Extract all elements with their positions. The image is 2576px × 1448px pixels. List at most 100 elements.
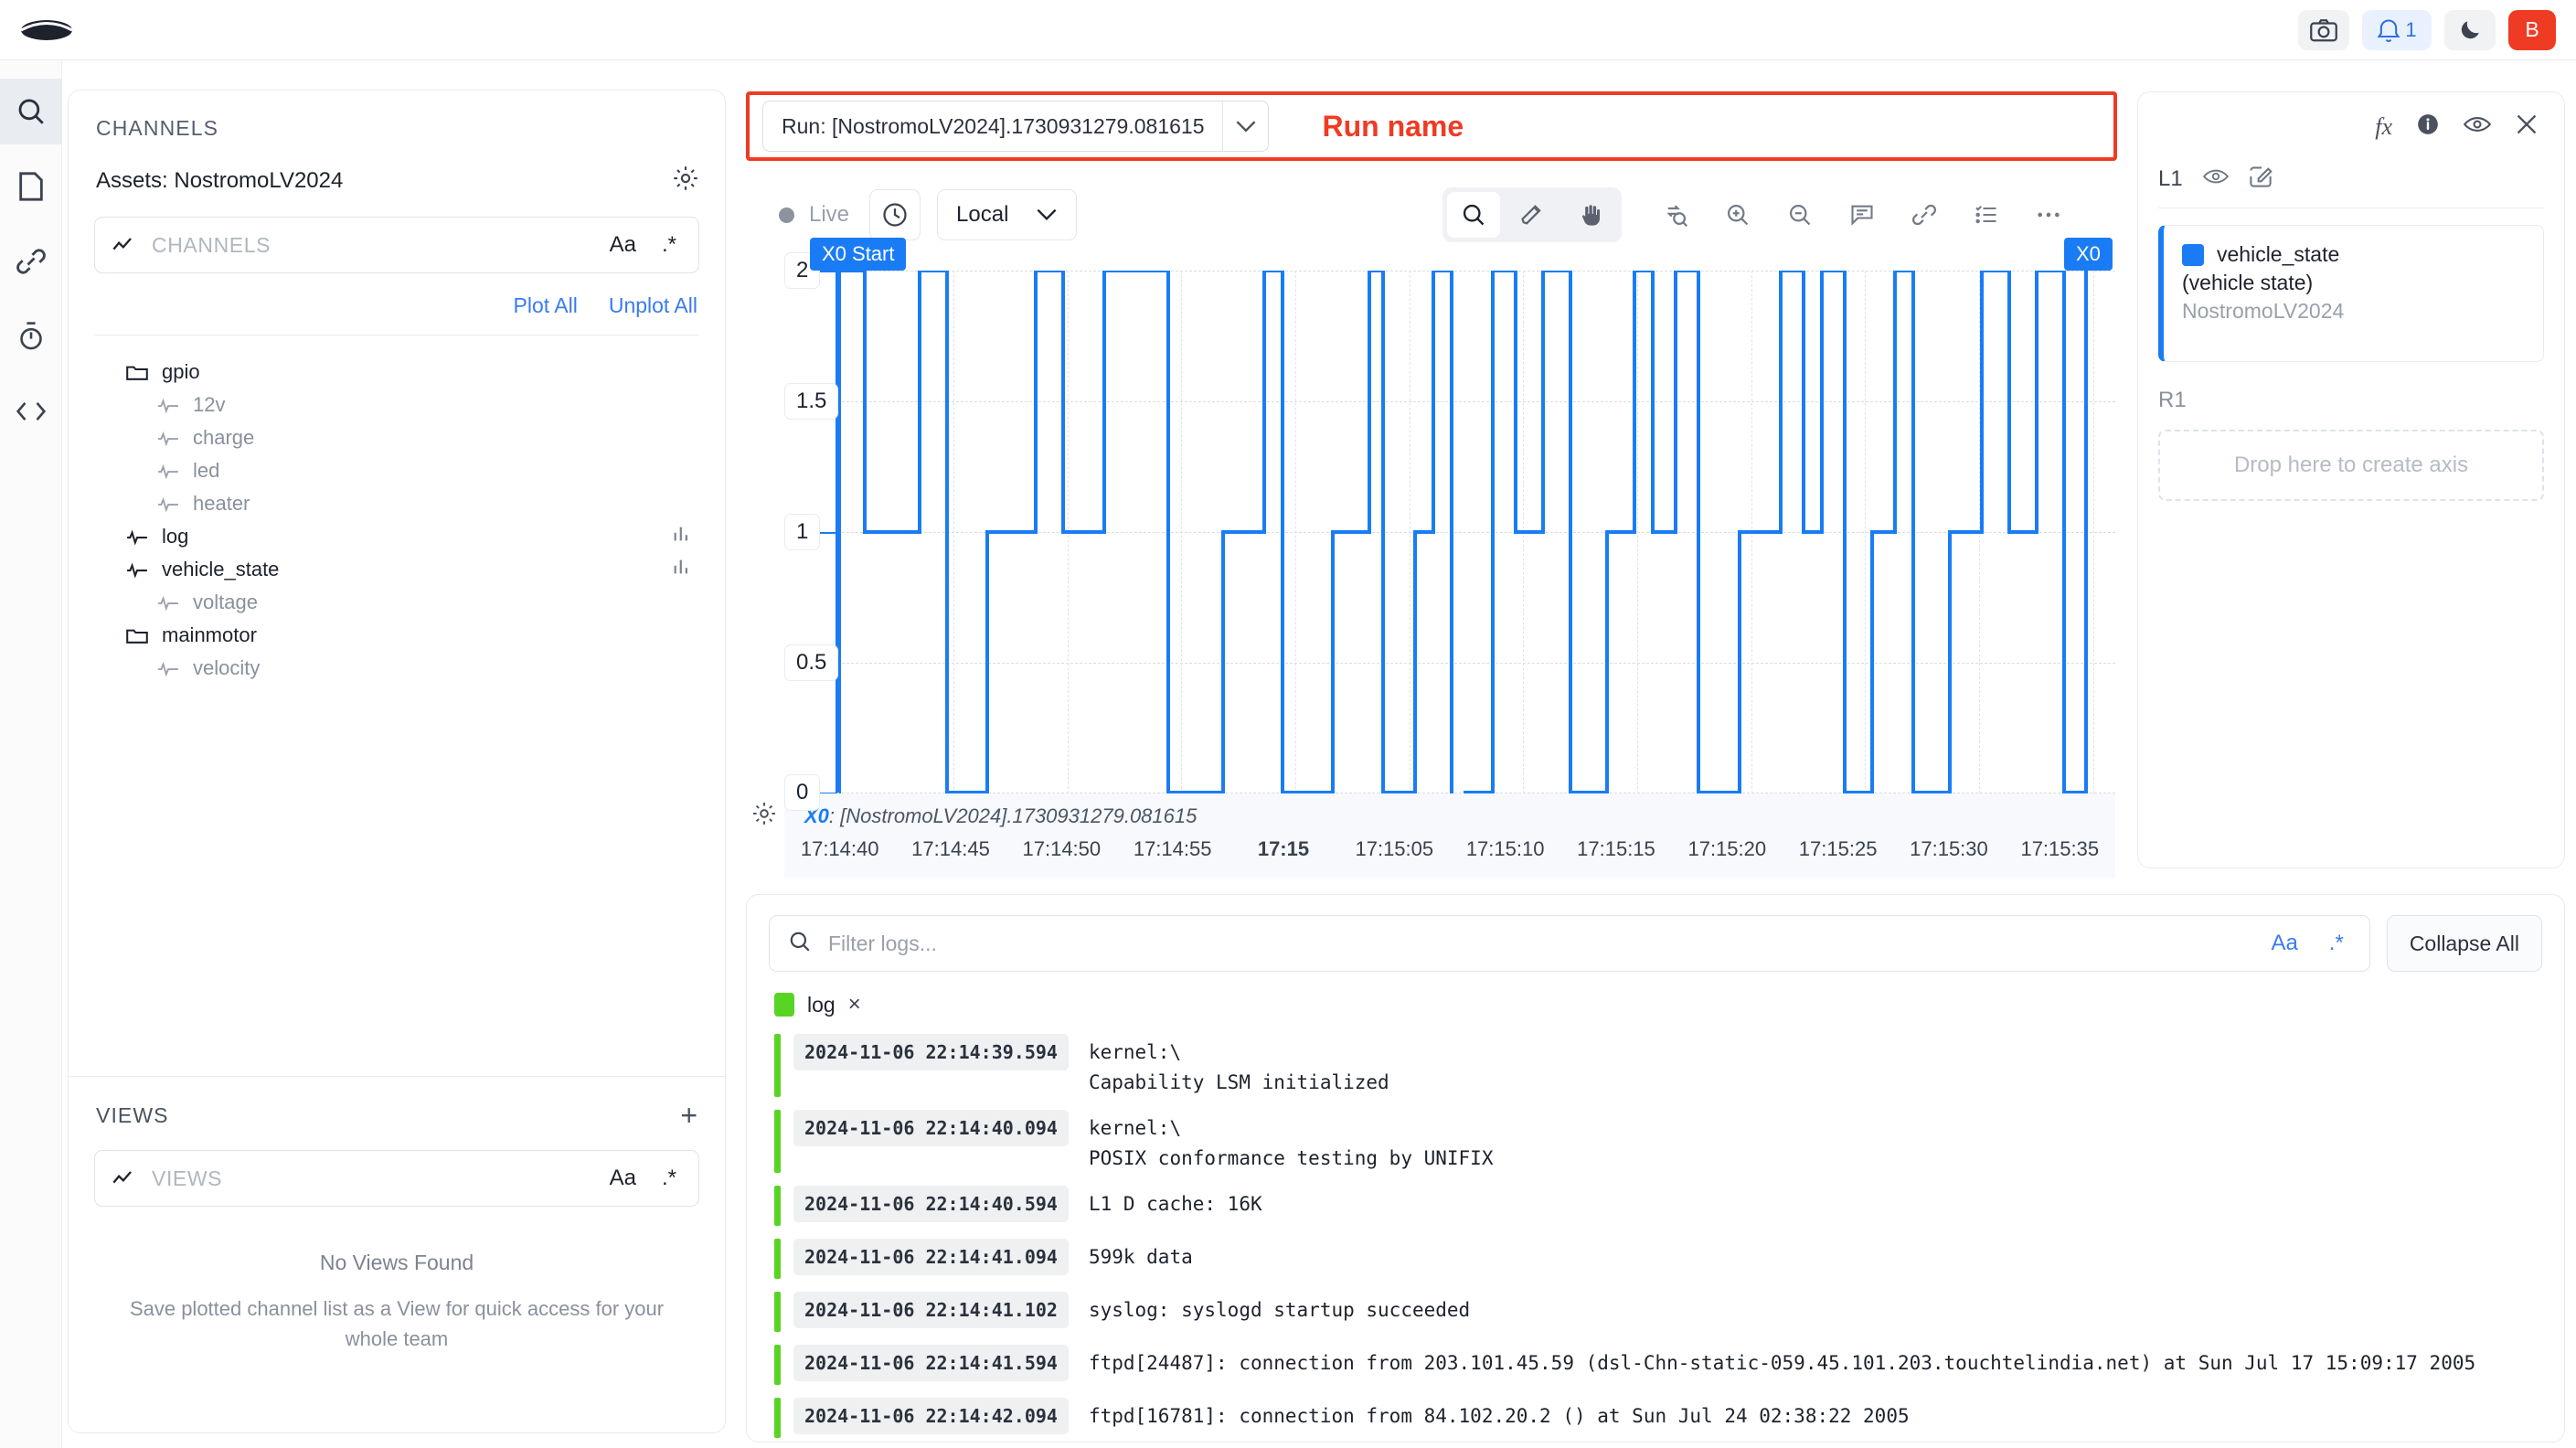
chart-plot-area[interactable]: X0 Start X0 2 1.5 1 0.5 0 xyxy=(784,238,2115,811)
channel-tree: gpio 12v charge led heater log vehicle_s… xyxy=(69,335,725,685)
axes-panel: fx L1 vehicle_state (vehicle state) Nost… xyxy=(2137,91,2565,868)
unplot-all-button[interactable]: Unplot All xyxy=(609,293,697,318)
views-search-input[interactable]: VIEWS Aa .* xyxy=(94,1150,699,1207)
plot-all-button[interactable]: Plot All xyxy=(514,293,578,318)
log-row-timestamp: 2024-11-06 22:14:41.094 xyxy=(793,1239,1069,1276)
views-title: VIEWS xyxy=(96,1102,169,1127)
zoom-in-icon[interactable] xyxy=(1711,192,1764,238)
rail-item-search[interactable] xyxy=(0,79,62,144)
views-panel: VIEWS + VIEWS Aa .* No Views Found Save … xyxy=(69,1076,725,1432)
case-sensitive-toggle[interactable]: Aa xyxy=(604,232,642,258)
log-row-message: kernel:\ POSIX conformance testing by UN… xyxy=(1088,1117,1494,1169)
legend-item-vehicle-state[interactable]: vehicle_state (vehicle state) NostromoLV… xyxy=(2158,225,2544,362)
more-options-icon[interactable] xyxy=(2022,192,2075,238)
log-row-color-bar xyxy=(774,1239,781,1280)
log-row[interactable]: 2024-11-06 22:14:41.102 syslog: syslogd … xyxy=(747,1292,2564,1333)
zoom-select-icon[interactable] xyxy=(1447,192,1500,238)
tree-item-voltage[interactable]: voltage xyxy=(69,586,725,619)
function-fx-icon[interactable]: fx xyxy=(2375,113,2392,141)
rail-item-code[interactable] xyxy=(0,378,62,444)
log-row-color-bar xyxy=(774,1034,781,1098)
tree-item-led[interactable]: led xyxy=(69,454,725,487)
avatar[interactable]: B xyxy=(2508,9,2556,50)
reset-zoom-icon[interactable] xyxy=(1649,192,1702,238)
cursor-x0-flag[interactable]: X0 xyxy=(2064,238,2113,271)
edit-icon[interactable] xyxy=(2249,165,2273,193)
tree-item-gpio[interactable]: gpio xyxy=(69,356,725,389)
tree-item-charge[interactable]: charge xyxy=(69,421,725,454)
log-row[interactable]: 2024-11-06 22:14:39.594 kernel:\ Capabil… xyxy=(747,1034,2564,1098)
bar-chart-icon[interactable] xyxy=(672,557,692,582)
eye-icon[interactable] xyxy=(2463,114,2492,139)
clock-icon[interactable] xyxy=(869,189,921,240)
checklist-icon[interactable] xyxy=(1960,192,2013,238)
log-row-timestamp: 2024-11-06 22:14:42.094 xyxy=(793,1398,1069,1435)
log-row[interactable]: 2024-11-06 22:14:42.094 ftpd[16781]: con… xyxy=(747,1398,2564,1439)
regex-toggle[interactable]: .* xyxy=(656,1166,682,1191)
rail-item-links[interactable] xyxy=(0,229,62,294)
channels-search-placeholder: CHANNELS xyxy=(152,232,271,257)
log-chip-close-icon[interactable]: × xyxy=(848,992,861,1017)
live-indicator[interactable]: Live xyxy=(779,202,849,228)
channels-search-input[interactable]: CHANNELS Aa .* xyxy=(94,217,699,273)
log-row[interactable]: 2024-11-06 22:14:41.094 599k data xyxy=(747,1239,2564,1280)
camera-icon[interactable] xyxy=(2298,9,2349,50)
tree-item-heater[interactable]: heater xyxy=(69,487,725,520)
zoom-out-icon[interactable] xyxy=(1773,192,1826,238)
tree-item-12v[interactable]: 12v xyxy=(69,389,725,421)
link-icon[interactable] xyxy=(1898,192,1951,238)
dark-mode-toggle[interactable] xyxy=(2444,9,2496,50)
log-chip-label: log xyxy=(807,992,836,1017)
axis-dropzone[interactable]: Drop here to create axis xyxy=(2158,430,2544,501)
eye-icon[interactable] xyxy=(2202,167,2229,190)
case-sensitive-toggle[interactable]: Aa xyxy=(2263,931,2305,956)
info-icon[interactable] xyxy=(2416,112,2440,141)
xtick-label: 17:15:25 xyxy=(1798,837,1878,860)
tree-item-log[interactable]: log xyxy=(69,520,725,553)
log-row[interactable]: 2024-11-06 22:14:41.594 ftpd[24487]: con… xyxy=(747,1345,2564,1386)
tree-item-velocity[interactable]: velocity xyxy=(69,652,725,685)
xtick-label: 17:14:45 xyxy=(911,837,990,860)
log-row[interactable]: 2024-11-06 22:14:40.094 kernel:\ POSIX c… xyxy=(747,1110,2564,1174)
waveform-icon xyxy=(156,492,180,516)
chart-settings-gear-icon[interactable] xyxy=(751,801,777,831)
log-row-color-bar xyxy=(774,1110,781,1174)
notification-count: 1 xyxy=(2405,17,2417,41)
run-header-annotation-box: Run: [NostromoLV2024].1730931279.081615 … xyxy=(746,91,2117,161)
log-row[interactable]: 2024-11-06 22:14:40.594 L1 D cache: 16K xyxy=(747,1186,2564,1227)
views-search-placeholder: VIEWS xyxy=(152,1166,223,1190)
regex-toggle[interactable]: .* xyxy=(656,232,682,258)
add-view-button[interactable]: + xyxy=(680,1101,697,1130)
gear-icon[interactable] xyxy=(672,165,699,197)
regex-toggle[interactable]: .* xyxy=(2322,931,2351,956)
cursor-x0-caption-value: : [NostromoLV2024].1730931279.081615 xyxy=(828,804,1198,827)
waveform-icon xyxy=(156,591,180,614)
log-filter-input[interactable]: Filter logs... Aa .* xyxy=(769,915,2370,972)
rail-item-notes[interactable] xyxy=(0,154,62,219)
log-panel: Filter logs... Aa .* Collapse All log × … xyxy=(746,894,2565,1443)
chevron-down-icon[interactable] xyxy=(1222,101,1268,152)
rail-item-timer[interactable] xyxy=(0,303,62,369)
case-sensitive-toggle[interactable]: Aa xyxy=(604,1166,642,1191)
waveform-icon xyxy=(156,656,180,680)
timezone-selector[interactable]: Local xyxy=(937,189,1078,240)
close-icon[interactable] xyxy=(2515,112,2539,141)
live-status-dot xyxy=(779,207,794,223)
left-axis-row: L1 xyxy=(2138,141,2564,193)
run-selector[interactable]: Run: [NostromoLV2024].1730931279.081615 xyxy=(762,101,1270,152)
log-row-color-bar xyxy=(774,1345,781,1386)
notifications-button[interactable]: 1 xyxy=(2362,9,2432,50)
tree-item-mainmotor[interactable]: mainmotor xyxy=(69,619,725,652)
app-logo[interactable] xyxy=(20,12,75,48)
log-row-timestamp: 2024-11-06 22:14:41.594 xyxy=(793,1345,1069,1382)
views-empty-title: No Views Found xyxy=(319,1251,474,1274)
collapse-all-button[interactable]: Collapse All xyxy=(2386,915,2542,972)
tree-item-vehicle-state[interactable]: vehicle_state xyxy=(69,553,725,586)
pan-hand-icon[interactable] xyxy=(1564,192,1617,238)
bar-chart-icon[interactable] xyxy=(672,524,692,549)
highlighter-icon[interactable] xyxy=(1506,192,1559,238)
cursor-x0-start-flag[interactable]: X0 Start xyxy=(810,238,907,271)
waveform-icon xyxy=(156,426,180,450)
annotation-icon[interactable] xyxy=(1836,192,1889,238)
log-row-message: kernel:\ Capability LSM initialized xyxy=(1088,1041,1389,1093)
